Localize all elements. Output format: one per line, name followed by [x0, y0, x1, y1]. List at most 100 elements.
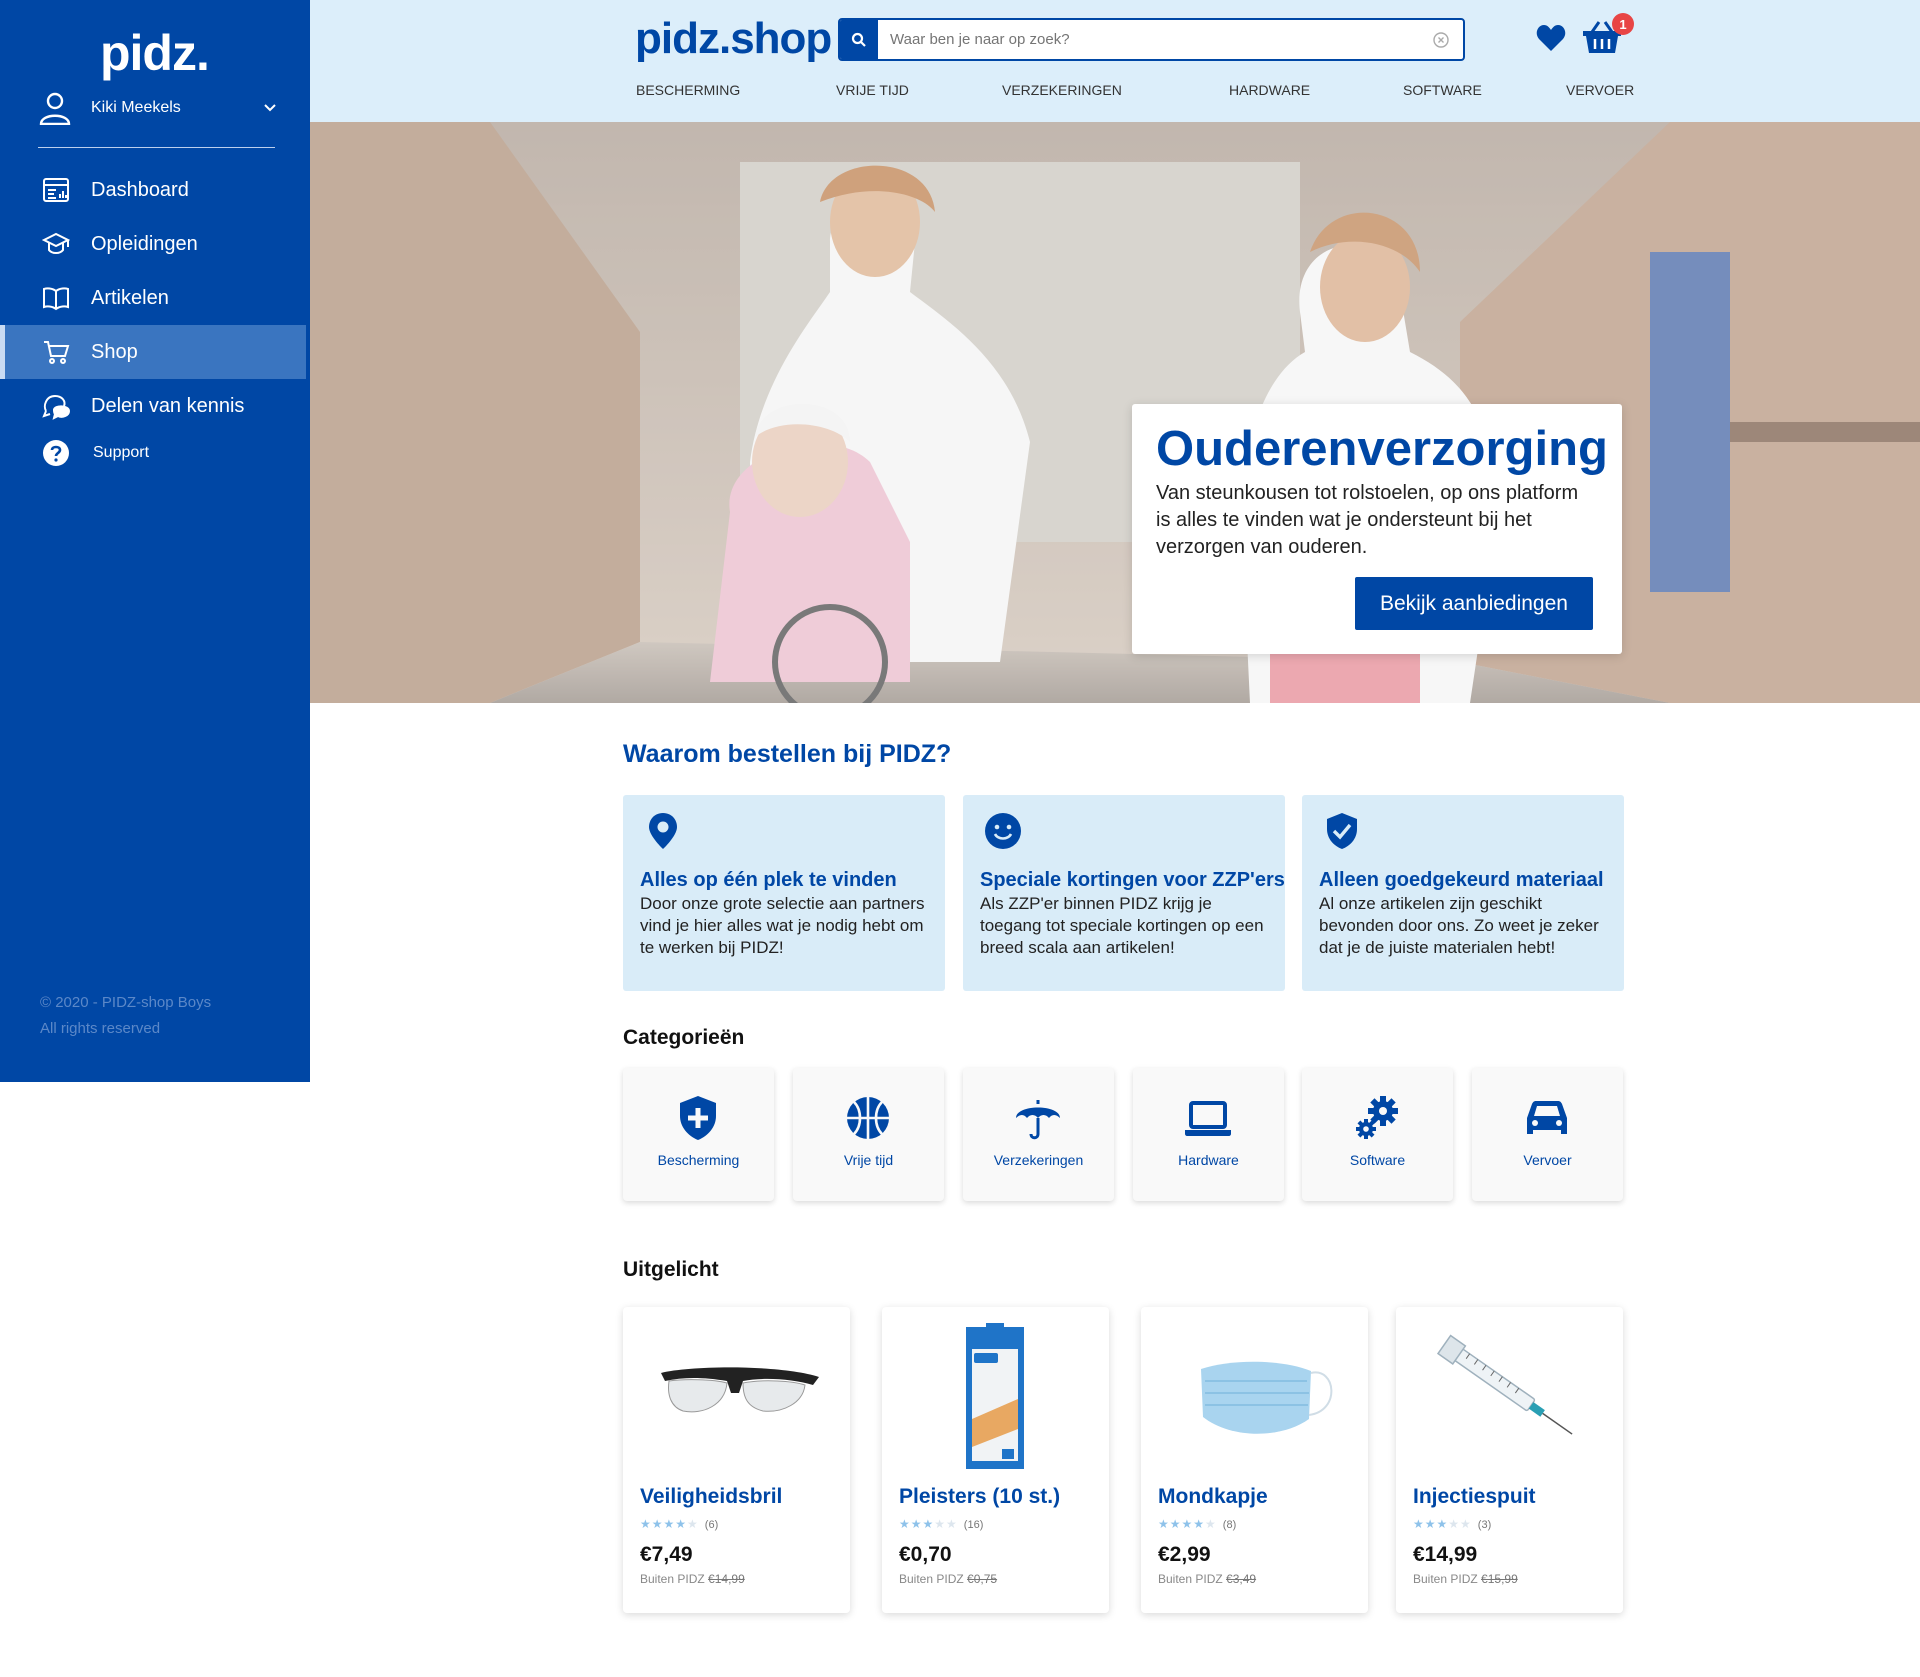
category-nav: Bescherming Vrije tijd Verzekeringen Har… — [636, 82, 1636, 102]
why-card-title: Alles op één plek te vinden — [640, 869, 897, 891]
nav-hardware[interactable]: Hardware — [1229, 82, 1310, 98]
sidebar-divider — [38, 147, 275, 148]
shield-check-icon — [1327, 813, 1357, 849]
hero-banner: Ouderenverzorging Van steunkousen tot ro… — [310, 122, 1920, 703]
sidebar-nav: Dashboard Opleidingen Artikelen Shop Del… — [0, 163, 310, 473]
nav-verzekeringen[interactable]: Verzekeringen — [1002, 82, 1122, 98]
sidebar-item-opleidingen[interactable]: Opleidingen — [0, 217, 310, 271]
category-card-bescherming[interactable]: Bescherming — [623, 1068, 774, 1201]
chevron-down-icon[interactable] — [262, 100, 278, 116]
plasters-box-image — [966, 1323, 1024, 1469]
review-count: (8) — [1222, 1519, 1237, 1531]
promo-title: Ouderenverzorging — [1156, 422, 1608, 476]
copyright-text: © 2020 - PIDZ-shop Boys — [40, 994, 212, 1011]
category-card-vervoer[interactable]: Vervoer — [1472, 1068, 1623, 1201]
sidebar-item-label: Dashboard — [91, 178, 189, 201]
cart-icon — [44, 341, 70, 364]
sidebar-item-dashboard[interactable]: Dashboard — [0, 163, 310, 217]
safety-glasses-image — [661, 1367, 819, 1413]
category-card-vrije-tijd[interactable]: Vrije tijd — [793, 1068, 944, 1201]
outside-price: Buiten PIDZ €14,99 — [640, 1572, 745, 1586]
search-input[interactable] — [878, 31, 1433, 48]
view-offers-button[interactable]: Bekijk aanbiedingen — [1355, 577, 1593, 630]
featured-title: Uitgelicht — [623, 1258, 719, 1281]
category-label: Vervoer — [1523, 1152, 1572, 1168]
promo-card: Ouderenverzorging Van steunkousen tot ro… — [1132, 404, 1622, 654]
pidz-logo[interactable]: pidz. — [100, 24, 210, 82]
face-mask-image — [1201, 1361, 1333, 1434]
categories-title: Categorieën — [623, 1026, 745, 1049]
search-button[interactable] — [840, 20, 878, 59]
search-bar — [838, 18, 1465, 61]
outside-label: Buiten PIDZ — [640, 1572, 705, 1586]
umbrella-icon — [1016, 1100, 1060, 1140]
syringe-image — [1436, 1334, 1573, 1435]
rights-text: All rights reserved — [40, 1020, 161, 1037]
outside-label: Buiten PIDZ — [1158, 1572, 1223, 1586]
hero-overlay — [310, 122, 1920, 703]
why-card-discounts: Speciale kortingen voor ZZP'ers Als ZZP'… — [963, 795, 1285, 991]
chat-icon — [42, 394, 70, 420]
product-card-mondkapje[interactable]: Mondkapje ★★★★★ (8) €2,99 Buiten PIDZ €3,… — [1141, 1307, 1368, 1613]
sidebar-item-delen-van-kennis[interactable]: Delen van kennis — [0, 379, 310, 433]
product-name: Mondkapje — [1158, 1485, 1268, 1508]
product-card-pleisters[interactable]: Pleisters (10 st.) ★★★★★ (16) €0,70 Buite… — [882, 1307, 1109, 1613]
sidebar-item-label: Support — [93, 444, 150, 461]
category-label: Hardware — [1178, 1152, 1239, 1168]
product-card-veiligheidsbril[interactable]: Veiligheidsbril ★★★★★ (6) €7,49 Buiten PI… — [623, 1307, 850, 1613]
nav-software[interactable]: Software — [1403, 82, 1482, 98]
sidebar: pidz. Kiki Meekels Dashboard Opleidingen… — [0, 0, 310, 1082]
nav-vrije-tijd[interactable]: Vrije tijd — [836, 82, 909, 98]
why-title: Waarom bestellen bij PIDZ? — [623, 740, 952, 768]
user-icon — [39, 92, 71, 125]
product-rating: ★★★★★ (3) — [1413, 1517, 1492, 1531]
nav-vervoer[interactable]: Vervoer — [1566, 82, 1634, 98]
why-card-approved: Alleen goedgekeurd materiaal Al onze art… — [1302, 795, 1624, 991]
smiley-icon — [985, 813, 1021, 849]
category-card-verzekeringen[interactable]: Verzekeringen — [963, 1068, 1114, 1201]
sidebar-item-label: Artikelen — [91, 286, 169, 309]
old-price: €0,75 — [967, 1572, 998, 1586]
nav-bescherming[interactable]: Bescherming — [636, 82, 740, 98]
category-label: Software — [1349, 1152, 1406, 1168]
why-card-title: Speciale kortingen voor ZZP'ers — [980, 869, 1285, 891]
search-icon — [851, 32, 866, 47]
outside-label: Buiten PIDZ — [899, 1572, 964, 1586]
outside-label: Buiten PIDZ — [1413, 1572, 1478, 1586]
product-price: €14,99 — [1413, 1543, 1478, 1566]
product-rating: ★★★★★ (8) — [1158, 1517, 1237, 1531]
pidz-shop-logo[interactable]: pidz.shop — [635, 14, 832, 64]
user-menu[interactable]: Kiki Meekels — [38, 88, 278, 128]
sidebar-item-support[interactable]: Support — [0, 433, 310, 473]
review-count: (6) — [704, 1519, 719, 1531]
outside-price: Buiten PIDZ €0,75 — [899, 1572, 997, 1586]
old-price: €15,99 — [1481, 1572, 1518, 1586]
sidebar-item-label: Opleidingen — [91, 232, 198, 255]
graduation-cap-icon — [42, 232, 70, 254]
why-card-text: Al onze artikelen zijn geschikt bevonden… — [1319, 894, 1599, 957]
category-card-hardware[interactable]: Hardware — [1133, 1068, 1284, 1201]
cart-count-badge: 1 — [1612, 13, 1634, 35]
clear-search-icon[interactable] — [1433, 31, 1449, 48]
question-icon — [43, 440, 69, 466]
review-count: (16) — [963, 1519, 984, 1531]
review-count: (3) — [1477, 1519, 1492, 1531]
favorites-heart-icon[interactable] — [1536, 24, 1566, 52]
why-card-text: Als ZZP'er binnen PIDZ krijg je toegang … — [980, 894, 1264, 957]
sidebar-item-label: Delen van kennis — [91, 394, 245, 417]
product-rating: ★★★★★ (6) — [640, 1517, 719, 1531]
sidebar-item-shop[interactable]: Shop — [0, 325, 306, 379]
category-card-software[interactable]: Software — [1302, 1068, 1453, 1201]
product-card-injectiespuit[interactable]: Injectiespuit ★★★★★ (3) €14,99 Buiten PID… — [1396, 1307, 1623, 1613]
product-name: Veiligheidsbril — [640, 1485, 783, 1508]
laptop-icon — [1185, 1101, 1231, 1136]
category-label: Verzekeringen — [993, 1152, 1084, 1168]
shield-plus-icon — [680, 1096, 716, 1140]
old-price: €3,49 — [1226, 1572, 1257, 1586]
product-name: Injectiespuit — [1413, 1485, 1536, 1508]
user-name: Kiki Meekels — [91, 99, 181, 116]
product-price: €0,70 — [899, 1543, 952, 1566]
product-name: Pleisters (10 st.) — [899, 1485, 1061, 1508]
category-label: Vrije tijd — [843, 1152, 894, 1168]
sidebar-item-artikelen[interactable]: Artikelen — [0, 271, 310, 325]
